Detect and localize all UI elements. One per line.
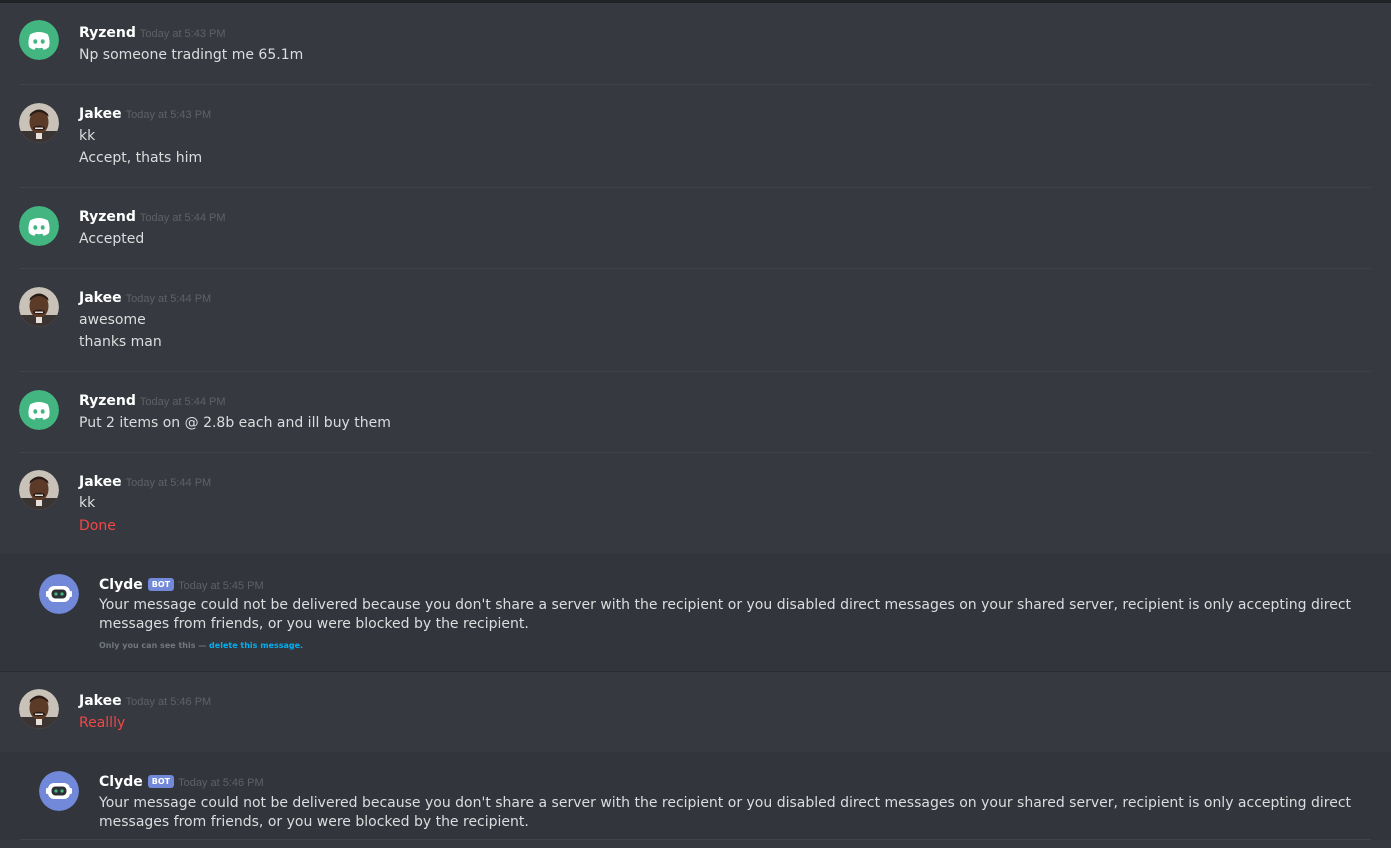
- bot-message-text: Your message could not be delivered beca…: [99, 597, 1352, 632]
- discord-logo-green-icon[interactable]: [19, 206, 59, 246]
- user-photo-avatar[interactable]: [19, 287, 59, 327]
- discord-logo-green-icon[interactable]: [19, 20, 59, 60]
- message-divider: [20, 839, 1371, 840]
- user-photo-avatar[interactable]: [19, 689, 59, 729]
- bot-message-item[interactable]: Clyde BOT Today at 5:45 PM Your message co…: [0, 554, 1391, 672]
- message-item[interactable]: Jakee Today at 5:44 PM kk Done: [0, 453, 1391, 554]
- message-text: awesome: [79, 312, 146, 328]
- message-author[interactable]: Jakee: [79, 693, 122, 709]
- bot-message-text: Your message could not be delivered beca…: [99, 795, 1352, 830]
- message-text-highlighted: Done: [79, 518, 116, 534]
- message-text-highlighted: Reallly: [79, 715, 126, 731]
- message-author[interactable]: Ryzend: [79, 393, 136, 409]
- message-item[interactable]: Ryzend Today at 5:44 PM Put 2 items on @ …: [0, 372, 1391, 452]
- message-text: Put 2 items on @ 2.8b each and ill buy t…: [79, 415, 391, 431]
- message-item[interactable]: Jakee Today at 5:44 PM awesome thanks man: [0, 269, 1391, 371]
- message-item[interactable]: Ryzend Today at 5:44 PM Accepted: [0, 188, 1391, 268]
- discord-logo-green-icon[interactable]: [19, 390, 59, 430]
- ephemeral-notice: Only you can see this — delete this mess…: [99, 641, 303, 650]
- message-timestamp: Today at 5:43 PM: [125, 109, 212, 121]
- message-author[interactable]: Clyde: [99, 577, 143, 593]
- message-item[interactable]: Jakee Today at 5:43 PM kk Accept, thats h…: [0, 85, 1391, 187]
- message-author[interactable]: Clyde: [99, 774, 143, 790]
- message-timestamp: Today at 5:46 PM: [178, 777, 264, 789]
- message-timestamp: Today at 5:43 PM: [139, 28, 226, 40]
- message-item[interactable]: Ryzend Today at 5:43 PM Np someone tradin…: [0, 0, 1391, 84]
- message-timestamp: Today at 5:44 PM: [125, 293, 212, 305]
- bot-message-item[interactable]: Clyde BOT Today at 5:46 PM Your message co…: [0, 752, 1391, 840]
- user-photo-avatar[interactable]: [19, 103, 59, 143]
- message-text: kk: [79, 128, 96, 144]
- message-author[interactable]: Ryzend: [79, 209, 136, 225]
- message-text: Np someone tradingt me 65.1m: [79, 47, 304, 63]
- message-timestamp: Today at 5:44 PM: [139, 396, 226, 408]
- message-timestamp: Today at 5:44 PM: [125, 477, 212, 489]
- delete-message-link[interactable]: delete this message.: [209, 641, 303, 650]
- message-text: Accept, thats him: [79, 150, 203, 166]
- bot-badge: BOT: [147, 578, 175, 591]
- message-timestamp: Today at 5:44 PM: [139, 212, 226, 224]
- clyde-bot-icon[interactable]: [39, 574, 79, 614]
- chat-message-list[interactable]: Ryzend Today at 5:43 PM Np someone tradin…: [0, 0, 1391, 848]
- bot-badge: BOT: [147, 775, 175, 788]
- message-text: Accepted: [79, 231, 145, 247]
- message-author[interactable]: Jakee: [79, 106, 122, 122]
- message-timestamp: Today at 5:46 PM: [125, 696, 212, 708]
- message-text: thanks man: [79, 334, 162, 350]
- user-photo-avatar[interactable]: [19, 470, 59, 510]
- message-text: kk: [79, 495, 96, 511]
- clyde-bot-icon[interactable]: [39, 771, 79, 811]
- message-author[interactable]: Jakee: [79, 474, 122, 490]
- message-item[interactable]: Jakee Today at 5:46 PM Reallly: [0, 672, 1391, 752]
- ephemeral-note: Only you can see this —: [99, 641, 210, 650]
- message-author[interactable]: Jakee: [79, 290, 122, 306]
- message-author[interactable]: Ryzend: [79, 25, 136, 41]
- message-timestamp: Today at 5:45 PM: [178, 580, 264, 592]
